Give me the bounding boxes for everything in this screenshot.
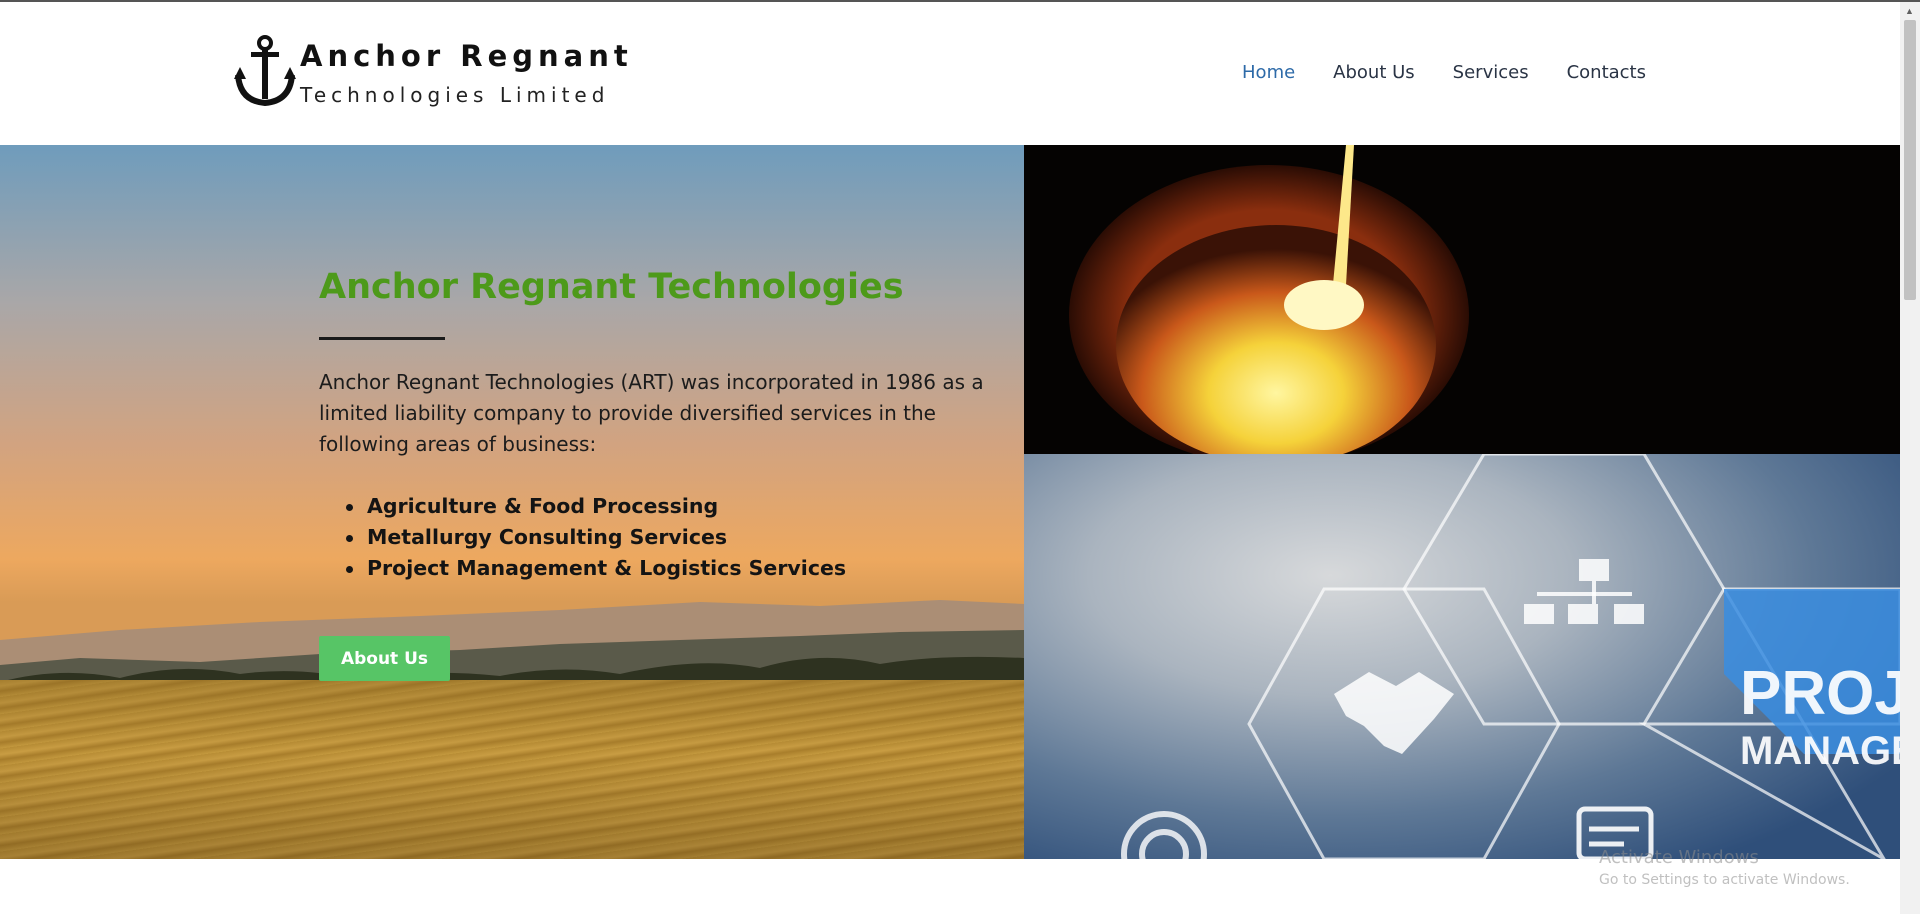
watermark-title: Activate Windows: [1599, 847, 1759, 868]
anchor-icon: [234, 35, 296, 107]
about-us-button[interactable]: About Us: [319, 636, 450, 681]
pm-overlay-text-1: PROJE: [1740, 659, 1900, 728]
org-chart-icon: [1524, 559, 1644, 624]
target-icon: [1121, 811, 1207, 859]
site-header: Anchor Regnant Technologies Limited Home…: [0, 2, 1900, 145]
handshake-icon: [1334, 672, 1454, 754]
logo-subtitle: Technologies Limited: [300, 83, 610, 107]
nav-services[interactable]: Services: [1453, 62, 1529, 83]
activate-windows-watermark: Activate Windows Go to Settings to activ…: [1599, 847, 1850, 888]
watermark-subtitle: Go to Settings to activate Windows.: [1599, 872, 1850, 888]
title-divider: [319, 337, 445, 340]
scroll-up-arrow-icon[interactable]: ▲: [1905, 6, 1914, 16]
vertical-scrollbar[interactable]: ▲: [1900, 2, 1920, 914]
wheat-field: [0, 680, 1024, 859]
services-list: Agriculture & Food Processing Metallurgy…: [319, 491, 1009, 584]
logo-title: Anchor Regnant: [300, 39, 633, 73]
hills-background: [0, 600, 1024, 690]
nav-contacts[interactable]: Contacts: [1567, 62, 1646, 83]
hero-title: Anchor Regnant Technologies: [319, 267, 904, 307]
service-item: Metallurgy Consulting Services: [319, 522, 1009, 553]
page: Anchor Regnant Technologies Limited Home…: [0, 0, 1920, 914]
nav-about-us[interactable]: About Us: [1333, 62, 1415, 83]
pm-overlay-text-2: MANAGEM: [1740, 729, 1900, 773]
site-logo[interactable]: Anchor Regnant Technologies Limited: [234, 33, 628, 113]
service-item: Project Management & Logistics Services: [319, 553, 1009, 584]
scrollbar-thumb[interactable]: [1904, 20, 1916, 300]
project-management-image: PROJE MANAGEM: [1024, 454, 1900, 859]
main-nav: Home About Us Services Contacts: [1242, 62, 1646, 83]
molten-metal-image: [1024, 145, 1900, 454]
hero-content: Anchor Regnant Technologies Anchor Regna…: [319, 267, 1009, 584]
nav-home[interactable]: Home: [1242, 62, 1295, 83]
service-item: Agriculture & Food Processing: [319, 491, 1009, 522]
hero-description: Anchor Regnant Technologies (ART) was in…: [319, 370, 984, 456]
